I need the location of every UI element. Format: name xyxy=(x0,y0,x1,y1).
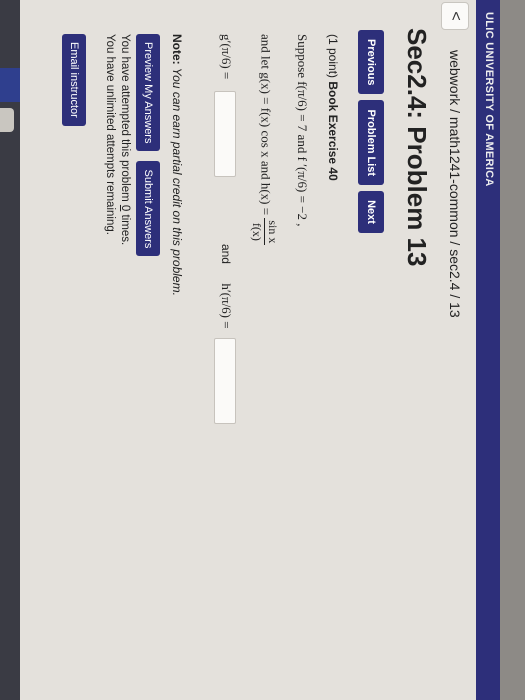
fraction-denominator: f(x) xyxy=(250,222,264,241)
and-label: and xyxy=(218,243,233,264)
g-prime-label: g′(π/6) = xyxy=(218,34,234,80)
definition-text: and let g(x) = f(x) cos x and h(x) = xyxy=(258,34,274,219)
attempts-prefix: You have attempted this problem xyxy=(119,34,131,205)
page-title: Sec2.4: Problem 13 xyxy=(402,28,432,267)
answer-row: g′(π/6) = and h′(π/6) = xyxy=(214,34,236,424)
book-ref: Book Exercise 40 xyxy=(326,81,340,181)
h-prime-answer-input[interactable] xyxy=(214,337,236,424)
note-label: Note: xyxy=(170,34,184,65)
chevron-left-icon: < xyxy=(447,11,464,21)
problem-nav: Previous Problem List Next xyxy=(358,30,384,233)
problem-header: (1 point) Book Exercise 40 xyxy=(326,34,340,181)
email-instructor-button[interactable]: Email instructor xyxy=(62,34,86,126)
institution-banner: ULIC UNIVERSITY OF AMERICA xyxy=(476,0,500,700)
h-fraction: sin x f(x) xyxy=(249,218,280,246)
g-prime-answer-input[interactable] xyxy=(214,90,236,177)
given-line: Suppose f(π/6) = 7 and f ′(π/6) = −2 , xyxy=(295,34,310,227)
breadcrumb-path[interactable]: webwork / math1241-common / sec2.4 / 13 xyxy=(447,50,463,318)
back-button[interactable]: < xyxy=(441,2,469,30)
submit-answers-button[interactable]: Submit Answers xyxy=(136,161,160,257)
attempt-status: You have attempted this problem 0 times.… xyxy=(102,34,132,245)
breadcrumb: < webwork / math1241-common / sec2.4 / 1… xyxy=(438,0,472,700)
h-prime-label: h′(π/6) = xyxy=(218,283,234,329)
answer-actions: Preview My Answers Submit Answers xyxy=(136,34,160,257)
webwork-page: ULIC UNIVERSITY OF AMERICA < webwork / m… xyxy=(20,0,500,700)
remaining-line: You have unlimited attempts remaining. xyxy=(104,34,116,235)
sidebar-tab[interactable] xyxy=(0,68,22,102)
points-label: (1 point) xyxy=(326,34,340,82)
next-button[interactable]: Next xyxy=(358,191,384,233)
fraction-numerator: sin x xyxy=(264,218,280,246)
note-text: You can earn partial credit on this prob… xyxy=(170,64,184,296)
attempts-line: You have attempted this problem 0 times. xyxy=(117,34,132,245)
sidebar-handle[interactable] xyxy=(0,108,14,132)
definition-line: and let g(x) = f(x) cos x and h(x) = sin… xyxy=(249,34,280,246)
partial-credit-note: Note: You can earn partial credit on thi… xyxy=(170,34,184,296)
attempts-suffix: times. xyxy=(119,211,131,246)
institution-text: ULIC UNIVERSITY OF AMERICA xyxy=(483,12,495,187)
screen-edge xyxy=(0,0,22,700)
preview-answers-button[interactable]: Preview My Answers xyxy=(136,34,160,152)
problem-list-button[interactable]: Problem List xyxy=(358,100,384,186)
previous-button[interactable]: Previous xyxy=(358,30,384,95)
